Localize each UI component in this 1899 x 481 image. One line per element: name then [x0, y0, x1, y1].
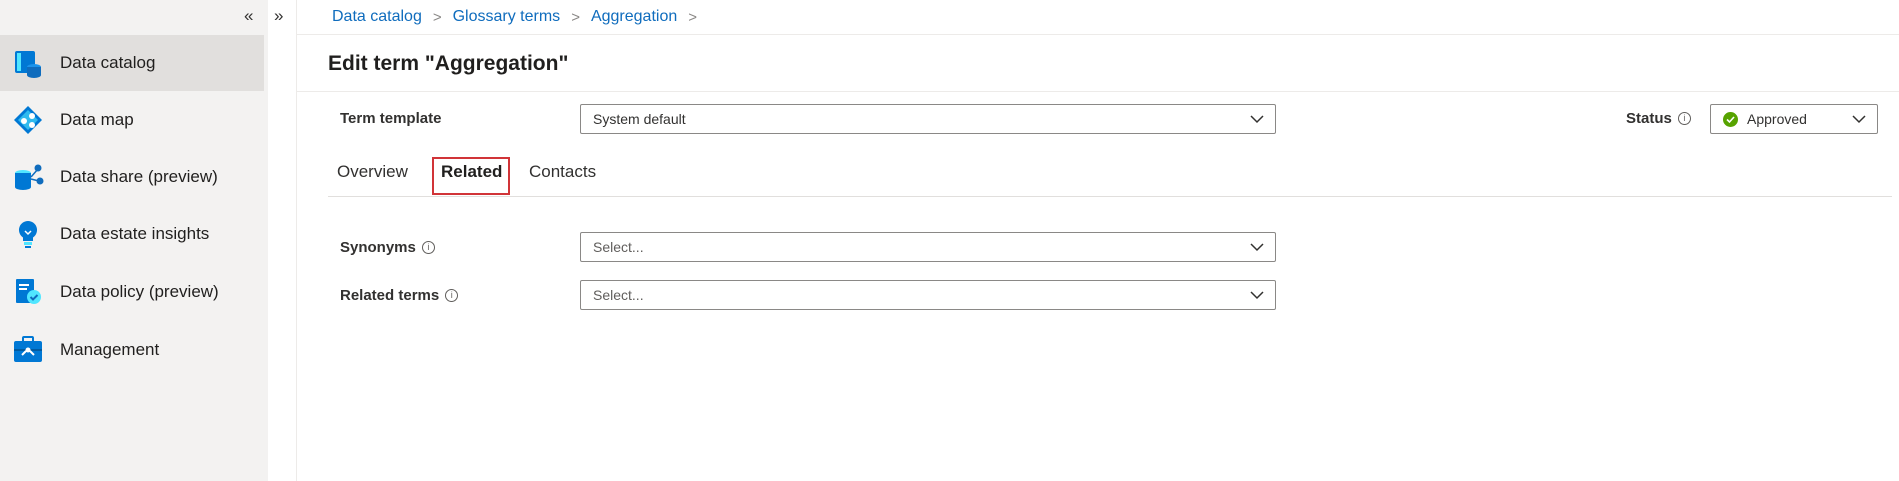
info-icon[interactable]: i: [445, 289, 459, 302]
breadcrumb-glossary-terms[interactable]: Glossary terms: [453, 8, 561, 26]
check-circle-icon: [1723, 112, 1738, 127]
tab-divider: [328, 196, 1892, 197]
info-icon[interactable]: i: [421, 241, 435, 254]
sidebar-item-data-estate-insights[interactable]: Data estate insights: [0, 206, 264, 262]
related-terms-label: Related terms i: [340, 287, 459, 304]
term-template-dropdown[interactable]: System default: [580, 104, 1276, 134]
sidebar-item-management[interactable]: Management: [0, 322, 264, 378]
breadcrumb-separator: >: [688, 8, 698, 26]
collapse-nav-button[interactable]: «: [244, 6, 253, 26]
chevron-down-icon: [1250, 291, 1264, 300]
tab-contacts[interactable]: Contacts: [529, 162, 596, 182]
breadcrumb-separator: >: [432, 8, 442, 26]
data-catalog-icon: [15, 51, 41, 78]
title-divider: [297, 91, 1899, 92]
breadcrumb-divider: [297, 34, 1899, 35]
related-terms-label-text: Related terms: [340, 287, 440, 304]
chevron-down-icon: [1852, 115, 1866, 124]
synonyms-placeholder: Select...: [593, 239, 644, 255]
tab-highlight-box: [432, 157, 510, 195]
related-terms-dropdown[interactable]: Select...: [580, 280, 1276, 310]
left-navigation: « Data catalog Data map Data share (prev…: [0, 0, 268, 481]
breadcrumb-aggregation[interactable]: Aggregation: [591, 8, 677, 26]
expand-nav-button[interactable]: »: [274, 6, 283, 26]
chevron-down-icon: [1250, 243, 1264, 252]
sidebar-item-label: Data estate insights: [60, 224, 210, 243]
term-template-value: System default: [593, 111, 686, 127]
secondary-nav-strip: [268, 0, 297, 481]
sidebar-item-label: Data map: [60, 110, 134, 129]
sidebar-item-data-catalog[interactable]: Data catalog: [0, 35, 264, 91]
synonyms-label-text: Synonyms: [340, 239, 416, 256]
breadcrumb-data-catalog[interactable]: Data catalog: [332, 8, 422, 26]
data-policy-icon: [16, 279, 41, 304]
page-title: Edit term "Aggregation": [328, 52, 569, 75]
sidebar-item-label: Data policy (preview): [60, 282, 219, 301]
status-label-text: Status: [1626, 110, 1672, 127]
term-template-label-text: Term template: [340, 110, 442, 127]
toolbox-icon: [14, 336, 42, 362]
breadcrumb: Data catalog > Glossary terms > Aggregat…: [332, 8, 708, 26]
sidebar-item-label: Data catalog: [60, 53, 156, 72]
breadcrumb-separator: >: [571, 8, 580, 26]
lightbulb-icon: [18, 220, 38, 248]
term-template-label: Term template: [340, 110, 441, 127]
sidebar-item-data-policy[interactable]: Data policy (preview): [0, 264, 264, 320]
data-map-icon: [14, 106, 42, 134]
tab-overview[interactable]: Overview: [337, 162, 408, 182]
synonyms-label: Synonyms i: [340, 239, 435, 256]
data-share-icon: [15, 164, 44, 190]
related-terms-placeholder: Select...: [593, 287, 644, 303]
info-icon[interactable]: i: [1677, 112, 1691, 125]
synonyms-dropdown[interactable]: Select...: [580, 232, 1276, 262]
status-label: Status i: [1626, 110, 1691, 127]
sidebar-item-label: Management: [60, 340, 160, 359]
chevron-down-icon: [1250, 115, 1264, 124]
status-dropdown[interactable]: Approved: [1710, 104, 1878, 134]
sidebar-item-label: Data share (preview): [60, 167, 218, 186]
sidebar-item-data-share[interactable]: Data share (preview): [0, 149, 264, 205]
status-value: Approved: [1747, 111, 1807, 127]
sidebar-item-data-map[interactable]: Data map: [0, 92, 264, 148]
